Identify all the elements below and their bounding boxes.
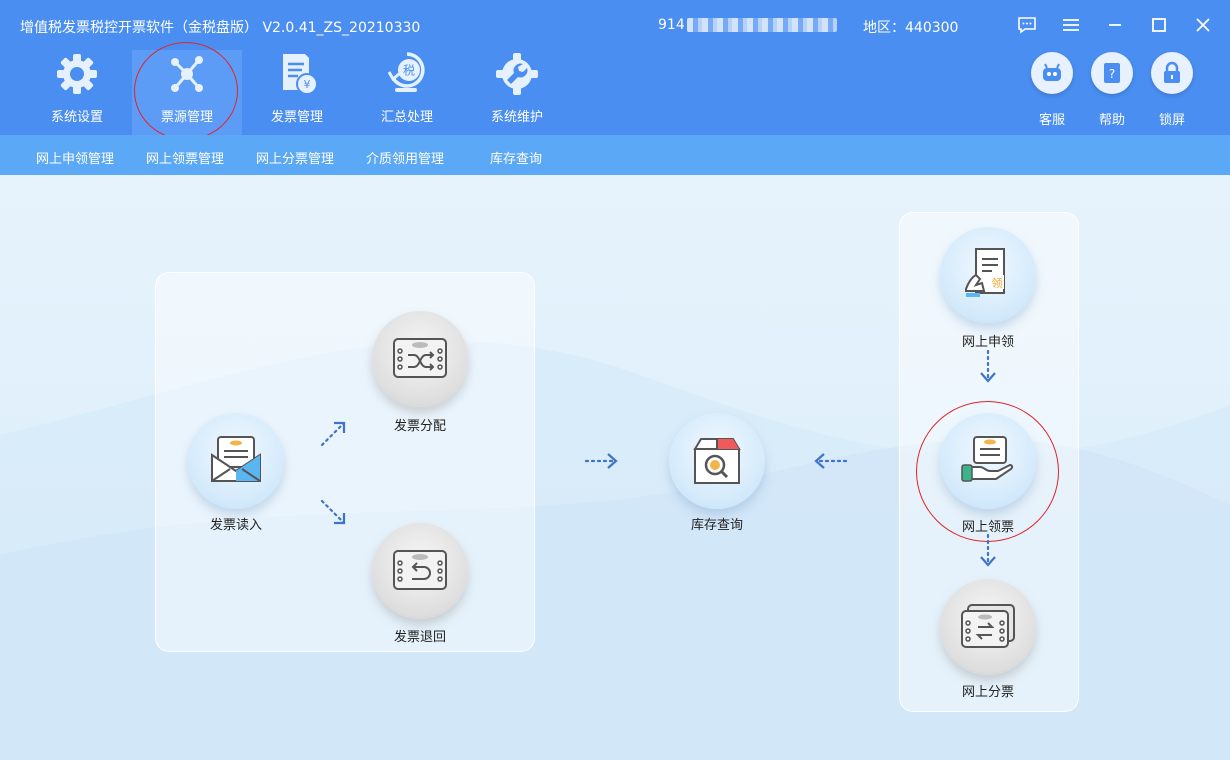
svg-text:?: ? — [1109, 67, 1115, 81]
invoice-allocate-icon — [393, 338, 447, 378]
tab-label: 发票管理 — [270, 110, 323, 125]
wrench-icon — [496, 53, 538, 95]
invoice-allocate-label: 发票分配 — [393, 419, 446, 434]
tab-label: 系统设置 — [50, 110, 103, 125]
apply-document-icon: 领 — [965, 248, 1005, 297]
gear-icon — [57, 54, 97, 94]
main-content: 发票读入 发票分配 发票退回 库存查询 领 网上申领 网上领票 网上分票 — [0, 175, 1230, 760]
tab-label: 汇总处理 — [380, 110, 433, 125]
tab-summary[interactable]: 税 汇总处理 — [352, 50, 462, 135]
tax-id-mask — [686, 18, 837, 32]
subnav-online-apply[interactable]: 网上申领管理 — [36, 148, 114, 167]
inventory-query-button[interactable] — [669, 413, 765, 509]
arrow-to-inventory — [584, 453, 618, 469]
arrow-to-receive — [980, 349, 996, 383]
tab-system-settings[interactable]: 系统设置 — [22, 50, 132, 135]
subnav-inventory[interactable]: 库存查询 — [490, 148, 542, 167]
inventory-box-icon — [693, 438, 741, 484]
svg-text:税: 税 — [403, 64, 415, 78]
highlight-ring-apply — [916, 401, 1059, 542]
app-title: 增值税发票税控开票软件（金税盘版） V2.0.41_ZS_20210330 — [20, 20, 421, 36]
online-split-label: 网上分票 — [961, 685, 1014, 700]
help-label: 帮助 — [1098, 113, 1125, 128]
tax-summary-icon: 税 — [387, 52, 425, 92]
arrow-to-return — [320, 499, 346, 525]
arrow-to-split — [980, 533, 996, 567]
tab-label: 系统维护 — [490, 110, 543, 125]
subnav-media-collection[interactable]: 介质领用管理 — [366, 148, 444, 167]
tax-id: 914 — [658, 17, 837, 33]
invoice-return-label: 发票退回 — [393, 630, 446, 645]
menu-icon[interactable] — [1058, 12, 1084, 38]
tax-id-prefix: 914 — [658, 17, 685, 33]
tab-system-maintenance[interactable]: 系统维护 — [462, 50, 572, 135]
arrow-to-allocate — [320, 421, 346, 447]
invoice-read-button[interactable] — [188, 413, 284, 509]
lock-screen-label: 锁屏 — [1158, 113, 1185, 128]
invoice-return-icon — [393, 550, 447, 590]
sub-navigation: 网上申领管理 网上领票管理 网上分票管理 介质领用管理 库存查询 — [0, 135, 1230, 175]
svg-text:¥: ¥ — [304, 78, 311, 91]
online-apply-button[interactable]: 领 — [940, 227, 1036, 323]
invoice-return-button[interactable] — [372, 523, 468, 619]
message-icon[interactable] — [1014, 12, 1040, 38]
tab-invoice-management[interactable]: ¥ 发票管理 — [242, 50, 352, 135]
header: 增值税发票税控开票软件（金税盘版） V2.0.41_ZS_20210330 91… — [0, 0, 1230, 140]
online-split-button[interactable] — [940, 579, 1036, 675]
robot-icon — [1031, 52, 1073, 94]
customer-service-button[interactable]: 客服 — [1030, 52, 1074, 128]
lock-screen-button[interactable]: 锁屏 — [1150, 52, 1194, 128]
lock-icon — [1151, 52, 1193, 94]
close-icon[interactable] — [1190, 12, 1216, 38]
arrow-from-online — [814, 453, 848, 469]
maximize-icon[interactable] — [1146, 12, 1172, 38]
subnav-online-split[interactable]: 网上分票管理 — [256, 148, 334, 167]
highlight-ring-tab — [134, 42, 238, 140]
help-book-icon: ? — [1091, 52, 1133, 94]
customer-service-label: 客服 — [1038, 113, 1065, 128]
invoice-allocate-button[interactable] — [372, 311, 468, 407]
subnav-online-receive[interactable]: 网上领票管理 — [146, 148, 224, 167]
envelope-invoice-icon — [211, 436, 261, 482]
split-invoice-icon — [961, 604, 1015, 648]
online-apply-label: 网上申领 — [961, 335, 1014, 350]
invoice-read-label: 发票读入 — [209, 518, 262, 533]
invoice-icon: ¥ — [283, 54, 318, 95]
inventory-query-label: 库存查询 — [690, 518, 743, 533]
help-button[interactable]: ? 帮助 — [1090, 52, 1134, 128]
minimize-icon[interactable] — [1102, 12, 1128, 38]
region-code: 地区：440300 — [863, 20, 959, 36]
svg-text:领: 领 — [992, 277, 1003, 290]
